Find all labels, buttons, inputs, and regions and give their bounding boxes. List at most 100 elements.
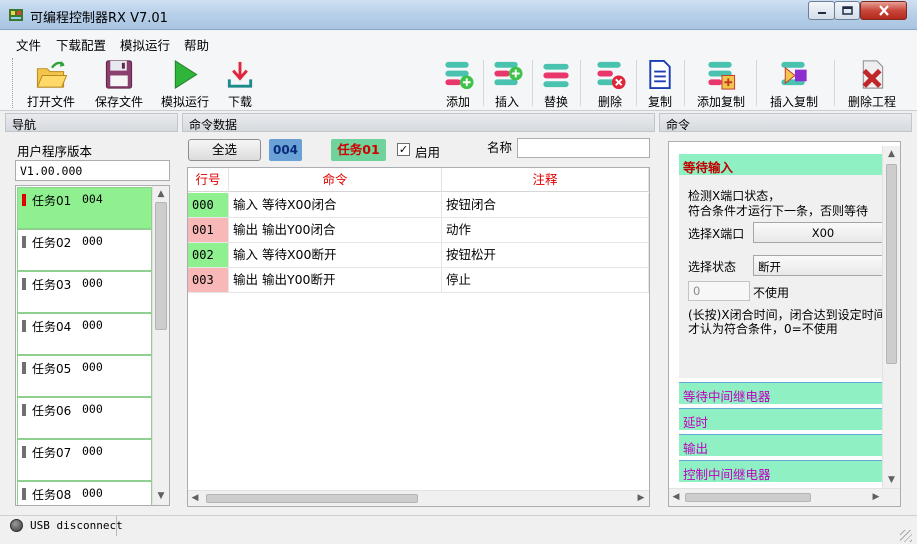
table-row[interactable]: 003 输出 输出Y00断开 停止 (188, 268, 649, 293)
usb-status-indicator-icon (10, 519, 23, 532)
task-count: 000 (82, 402, 103, 416)
name-input[interactable] (517, 138, 650, 158)
scroll-left-arrow-icon[interactable]: ◀ (669, 489, 683, 505)
column-header-comment[interactable]: 注释 (442, 168, 649, 192)
save-file-label: 保存文件 (94, 95, 143, 109)
scroll-thumb[interactable] (206, 494, 418, 503)
replace-row-icon (543, 63, 569, 88)
menu-help[interactable]: 帮助 (184, 35, 209, 54)
replace-label: 替换 (543, 95, 568, 109)
table-row[interactable]: 001 输出 输出Y00闭合 动作 (188, 218, 649, 243)
insert-label: 插入 (494, 95, 519, 109)
column-header-line[interactable]: 行号 (188, 168, 229, 192)
task-list: 任务01 004 任务02 000 任务03 000 任务04 000 任务05… (15, 185, 170, 506)
task-item-01[interactable]: 任务01 004 (17, 187, 152, 229)
comment-cell: 停止 (442, 268, 649, 292)
toolbar-separator (636, 60, 637, 106)
scroll-left-arrow-icon[interactable]: ◀ (188, 490, 202, 506)
command-cell: 输入 等待X00断开 (229, 243, 442, 267)
line-number-cell: 003 (188, 268, 229, 292)
scroll-right-arrow-icon[interactable]: ▶ (634, 490, 648, 506)
insert-row-icon (494, 61, 523, 86)
download-button[interactable]: 下载 (218, 58, 262, 110)
scroll-thumb[interactable] (886, 164, 897, 364)
insert-copy-button[interactable]: 插入复制 (764, 58, 824, 110)
resize-grip-icon[interactable] (900, 530, 912, 542)
replace-button[interactable]: 替换 (537, 58, 575, 110)
copy-button[interactable]: 复制 (641, 58, 679, 110)
description-line-2: 符合条件才运行下一条，否则等待 (688, 204, 869, 218)
task-status-bar (22, 320, 26, 332)
command-pane-scrollbar[interactable]: ▲ ▼ (882, 146, 900, 488)
close-icon (878, 5, 889, 16)
table-horizontal-scrollbar[interactable]: ◀ ▶ (188, 490, 649, 506)
task-name: 任务01 (32, 194, 72, 208)
task-item-02[interactable]: 任务02 000 (17, 229, 152, 271)
port-select[interactable]: X00 (753, 222, 893, 243)
task-count: 004 (82, 192, 103, 206)
program-version-field[interactable]: V1.00.000 (15, 160, 170, 181)
scroll-thumb[interactable] (685, 493, 811, 502)
status-bar (0, 515, 917, 544)
save-file-button[interactable]: 保存文件 (92, 58, 146, 110)
add-copy-button[interactable]: 添加复制 (692, 58, 750, 110)
simulate-button[interactable]: 模拟运行 (158, 58, 212, 110)
category-control-relay[interactable]: 控制中间继电器 (679, 460, 882, 482)
data-panel-header: 命令数据 (182, 113, 655, 132)
command-panel-header: 命令 (659, 113, 912, 132)
task-count: 000 (82, 318, 103, 332)
download-label: 下载 (227, 95, 252, 109)
scroll-right-arrow-icon[interactable]: ▶ (869, 489, 883, 505)
category-delay[interactable]: 延时 (679, 408, 882, 430)
task-item-06[interactable]: 任务06 000 (17, 397, 152, 439)
delete-button[interactable]: 删除 (590, 58, 630, 110)
open-file-button[interactable]: 打开文件 (24, 58, 78, 110)
name-label: 名称 (487, 140, 513, 155)
select-port-label: 选择X端口 (688, 227, 745, 241)
scroll-down-arrow-icon[interactable]: ▼ (153, 488, 169, 504)
insert-button[interactable]: 插入 (487, 58, 527, 110)
maximize-button[interactable] (834, 1, 860, 20)
line-number-cell: 002 (188, 243, 229, 267)
task-item-08[interactable]: 任务08 000 (17, 481, 152, 505)
command-pane-horizontal-scrollbar[interactable]: ◀ ▶ (669, 488, 900, 506)
task-item-07[interactable]: 任务07 000 (17, 439, 152, 481)
category-output[interactable]: 输出 (679, 434, 882, 456)
select-all-button[interactable]: 全选 (188, 139, 261, 161)
menu-download-config[interactable]: 下载配置 (56, 35, 106, 54)
save-disk-icon (105, 60, 133, 89)
enable-checkbox[interactable]: ✓ (397, 143, 410, 156)
command-count-badge: 004 (269, 139, 302, 161)
task-list-scrollbar[interactable]: ▲ ▼ (152, 186, 169, 505)
task-status-bar (22, 194, 26, 206)
task-status-bar (22, 488, 26, 500)
task-name: 任务04 (32, 320, 72, 334)
category-wait-relay[interactable]: 等待中间继电器 (679, 382, 882, 404)
wait-input-settings: 检测X端口状态， 符合条件才运行下一条，否则等待 选择X端口 X00 选择状态 … (679, 175, 893, 378)
status-separator (116, 516, 117, 536)
task-item-05[interactable]: 任务05 000 (17, 355, 152, 397)
task-name: 任务08 (32, 488, 72, 502)
state-select[interactable]: 断开 (753, 255, 893, 276)
task-count: 000 (82, 276, 103, 290)
copy-document-icon (649, 59, 671, 90)
table-row[interactable]: 000 输入 等待X00闭合 按钮闭合 (188, 193, 649, 218)
scroll-up-arrow-icon[interactable]: ▲ (883, 146, 900, 162)
scroll-down-arrow-icon[interactable]: ▼ (883, 472, 900, 488)
scroll-up-arrow-icon[interactable]: ▲ (153, 186, 169, 202)
hold-time-input[interactable]: 0 (688, 281, 750, 301)
column-header-command[interactable]: 命令 (229, 168, 442, 192)
scroll-thumb[interactable] (155, 202, 167, 330)
category-wait-input-header[interactable]: 等待输入 (679, 154, 882, 175)
table-row[interactable]: 002 输入 等待X00断开 按钮松开 (188, 243, 649, 268)
minimize-button[interactable] (808, 1, 835, 20)
insert-copy-icon (781, 61, 807, 86)
close-button[interactable] (860, 1, 907, 20)
delete-project-button[interactable]: 删除工程 (846, 58, 898, 110)
menu-file[interactable]: 文件 (16, 35, 41, 54)
task-item-03[interactable]: 任务03 000 (17, 271, 152, 313)
comment-cell: 动作 (442, 218, 649, 242)
menu-simulate[interactable]: 模拟运行 (120, 35, 170, 54)
task-item-04[interactable]: 任务04 000 (17, 313, 152, 355)
add-button[interactable]: 添加 (437, 58, 479, 110)
